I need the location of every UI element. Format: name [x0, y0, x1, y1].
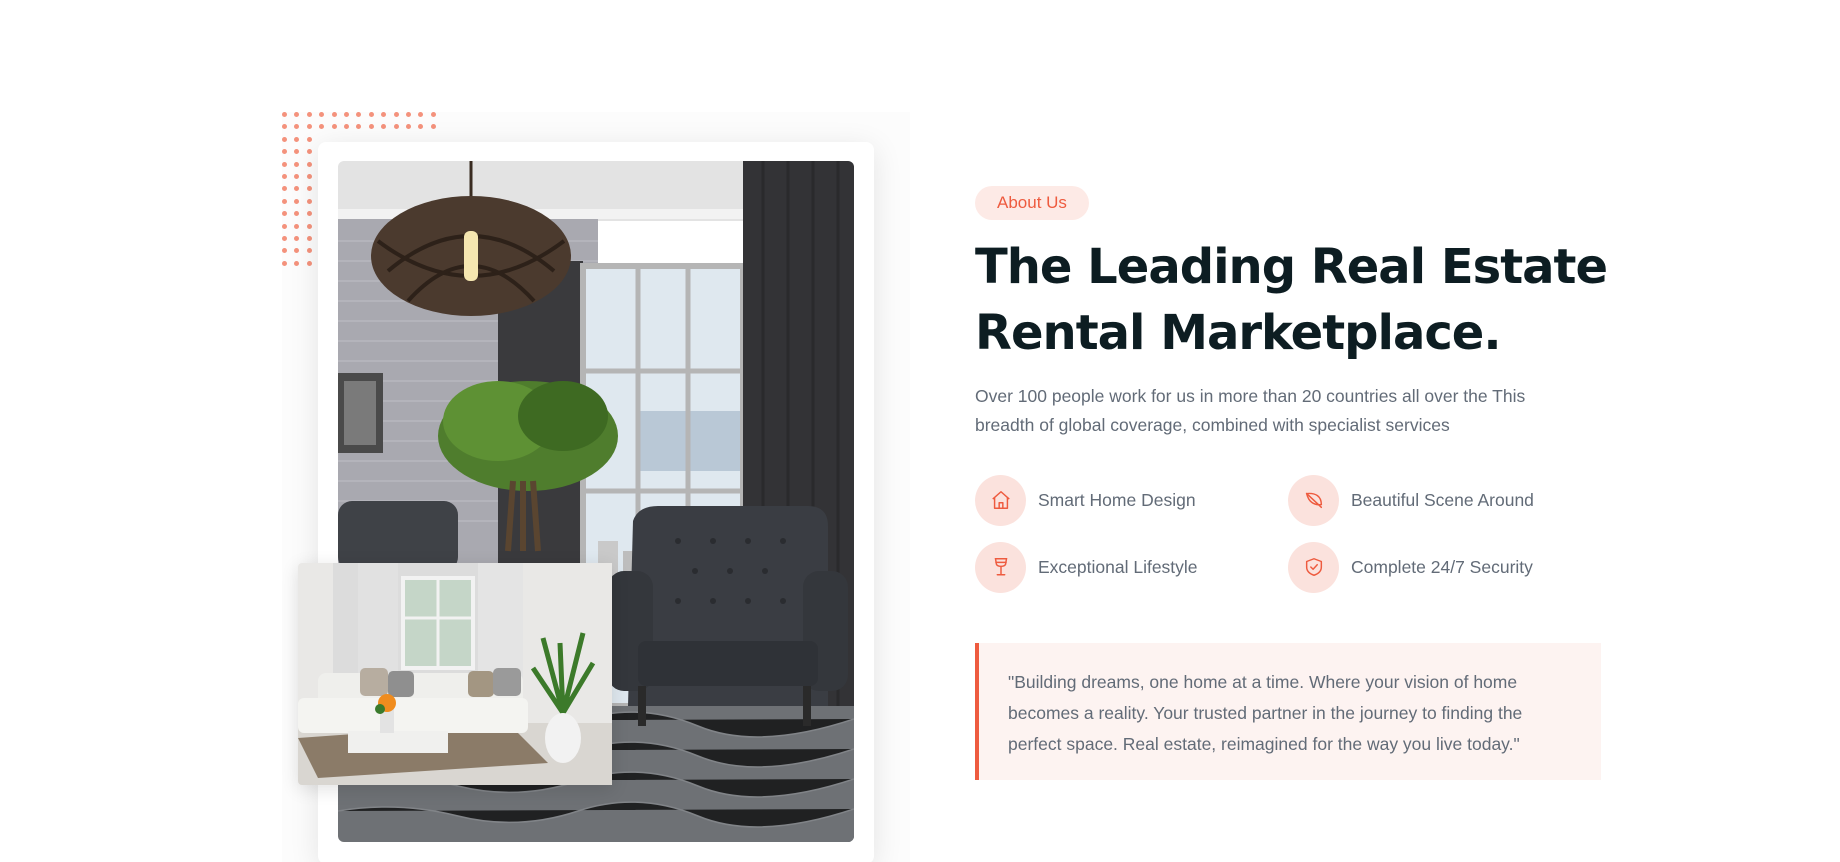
- decorative-dot: [294, 211, 300, 217]
- decorative-dot: [306, 260, 312, 266]
- decorative-dot: [306, 223, 312, 229]
- decorative-dot: [406, 112, 411, 117]
- shield-check-icon: [1288, 541, 1339, 593]
- decorative-dot: [282, 161, 287, 167]
- decorative-dot: [406, 124, 411, 130]
- decorative-dot: [294, 124, 300, 130]
- home-icon: [975, 474, 1026, 526]
- wine-glass-icon: [975, 541, 1026, 593]
- about-us-badge: About Us: [975, 186, 1089, 220]
- decorative-dot: [282, 174, 287, 179]
- testimonial-quote: "Building dreams, one home at a time. Wh…: [975, 643, 1601, 780]
- decorative-dot: [331, 124, 337, 130]
- decorative-dot: [294, 236, 300, 241]
- decorative-dot: [294, 248, 300, 254]
- decorative-dot: [306, 149, 312, 155]
- decorative-dot: [306, 161, 312, 167]
- feature-label: Smart Home Design: [1038, 489, 1196, 510]
- decorative-dot: [430, 112, 436, 117]
- decorative-dot: [294, 198, 300, 204]
- decorative-dot: [393, 112, 399, 117]
- decorative-dot: [418, 112, 424, 117]
- white-sofa-room-photo: [298, 563, 612, 785]
- decorative-dot: [282, 236, 287, 241]
- decorative-dot: [306, 136, 312, 142]
- decorative-dot: [282, 186, 287, 192]
- feature-complete-security: Complete 24/7 Security: [1288, 541, 1533, 593]
- decorative-dot: [294, 136, 300, 142]
- decorative-dot: [282, 136, 287, 142]
- decorative-dot: [294, 112, 300, 117]
- feature-exceptional-lifestyle: Exceptional Lifestyle: [975, 541, 1198, 593]
- page-title-line-1: The Leading Real Estate: [975, 239, 1608, 295]
- decorative-dot: [306, 186, 312, 192]
- decorative-dot: [282, 198, 287, 204]
- decorative-dot: [344, 112, 349, 117]
- feature-label: Beautiful Scene Around: [1351, 489, 1534, 510]
- decorative-dot: [294, 223, 300, 229]
- decorative-dot: [282, 112, 287, 117]
- decorative-dot: [282, 260, 287, 266]
- decorative-dot: [282, 149, 287, 155]
- decorative-dot: [282, 211, 287, 217]
- about-description: Over 100 people work for us in more than…: [975, 386, 1526, 435]
- decorative-dot: [381, 112, 387, 117]
- decorative-dot: [294, 174, 300, 179]
- decorative-dot: [368, 112, 374, 117]
- decorative-dot: [306, 248, 312, 254]
- decorative-dot: [319, 112, 325, 117]
- decorative-dot: [294, 260, 300, 266]
- decorative-dot: [306, 198, 312, 204]
- decorative-dot: [306, 174, 312, 179]
- decorative-dot: [282, 223, 287, 229]
- decorative-dot: [368, 124, 374, 130]
- decorative-dot: [306, 211, 312, 217]
- feature-label: Complete 24/7 Security: [1351, 556, 1533, 577]
- leaf-icon: [1288, 474, 1339, 526]
- decorative-dot: [393, 124, 399, 130]
- decorative-dot: [381, 124, 387, 130]
- page-title: The Leading Real Estate Rental Marketpla…: [975, 234, 1675, 366]
- decorative-dot: [430, 124, 436, 130]
- page-title-line-2: Rental Marketplace.: [975, 305, 1502, 361]
- decorative-dot: [319, 124, 325, 130]
- decorative-dot: [282, 248, 287, 254]
- decorative-dot: [306, 124, 312, 130]
- decorative-dot: [356, 124, 362, 130]
- decorative-dot: [294, 149, 300, 155]
- decorative-dot: [294, 161, 300, 167]
- decorative-dot: [418, 124, 424, 130]
- decorative-dot: [331, 112, 337, 117]
- decorative-dot: [294, 186, 300, 192]
- decorative-dot: [306, 112, 312, 117]
- feature-smart-home-design: Smart Home Design: [975, 474, 1196, 526]
- feature-label: Exceptional Lifestyle: [1038, 556, 1198, 577]
- decorative-dot: [306, 236, 312, 241]
- decorative-dot: [356, 112, 362, 117]
- decorative-dot: [344, 124, 349, 130]
- decorative-dot: [282, 124, 287, 130]
- feature-beautiful-scene-around: Beautiful Scene Around: [1288, 474, 1534, 526]
